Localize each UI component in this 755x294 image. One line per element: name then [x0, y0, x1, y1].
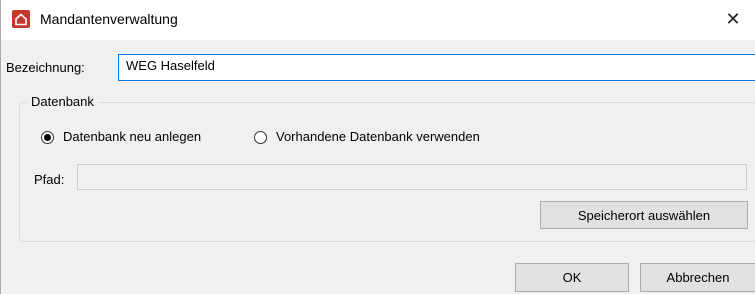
dialog-window: Mandantenverwaltung ✕ Bezeichnung: WEG H… — [0, 0, 755, 294]
speicherort-button[interactable]: Speicherort auswählen — [540, 201, 748, 229]
bezeichnung-label: Bezeichnung: — [6, 60, 85, 75]
radio-neu-anlegen[interactable] — [41, 131, 54, 144]
radio-vorhandene-verwenden[interactable] — [254, 131, 267, 144]
title-bar: Mandantenverwaltung ✕ — [1, 0, 755, 40]
ok-button[interactable]: OK — [515, 263, 629, 292]
close-button[interactable]: ✕ — [710, 0, 755, 38]
pfad-input[interactable] — [77, 164, 747, 190]
window-title: Mandantenverwaltung — [40, 11, 178, 27]
pfad-label: Pfad: — [34, 172, 65, 187]
cancel-button[interactable]: Abbrechen — [640, 263, 755, 292]
radio-neu-anlegen-label[interactable]: Datenbank neu anlegen — [63, 129, 201, 144]
home-icon — [12, 10, 30, 28]
datenbank-group-label: Datenbank — [27, 94, 98, 109]
bezeichnung-input[interactable]: WEG Haselfeld — [118, 54, 755, 81]
radio-vorhandene-verwenden-label[interactable]: Vorhandene Datenbank verwenden — [276, 129, 480, 144]
